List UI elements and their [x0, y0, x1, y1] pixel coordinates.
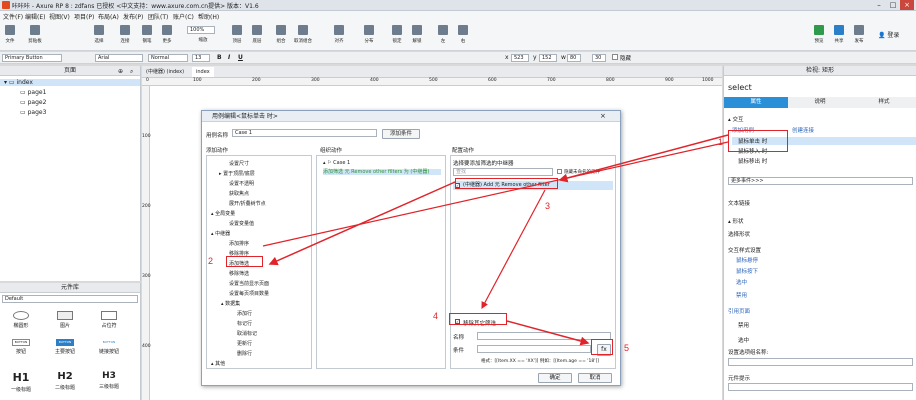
- annotation-arrows: [262, 134, 729, 346]
- arrow-4: [506, 320, 590, 346]
- arrow-1: [262, 141, 729, 247]
- arrow-2: [268, 181, 456, 266]
- arrow-3: [481, 189, 546, 310]
- arrow-5: [558, 134, 729, 183]
